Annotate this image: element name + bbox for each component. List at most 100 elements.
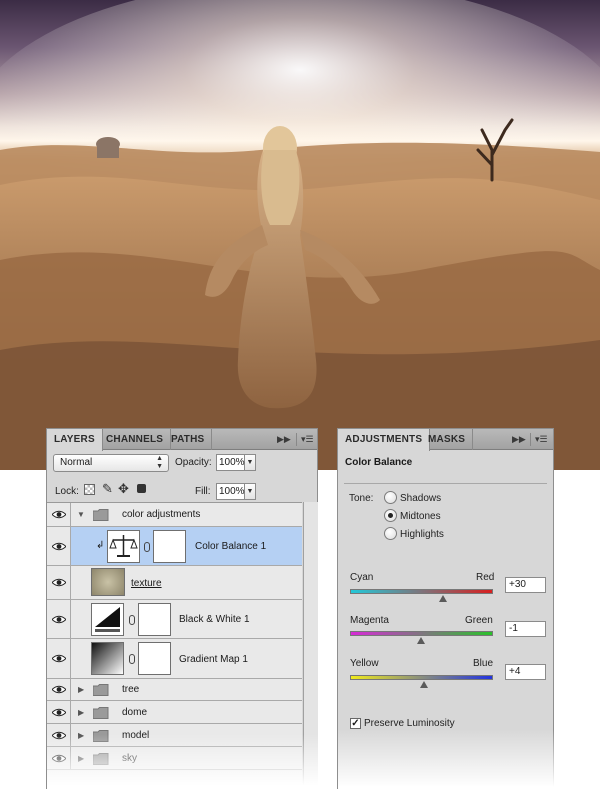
adjustment-title: Color Balance [345,457,413,468]
lock-label: Lock: [55,486,79,497]
visibility-toggle[interactable] [47,701,71,723]
yellow-blue-value-input[interactable]: +4 [505,664,546,680]
layer-row-color-adjustments[interactable]: ▼ color adjustments [47,503,302,527]
opacity-input[interactable]: 100% [216,454,245,471]
layer-name: color adjustments [122,509,201,520]
visibility-toggle[interactable] [47,679,71,700]
radio-highlights[interactable] [384,527,397,540]
radio-midtones-label: Midtones [400,511,441,522]
layer-name: dome [122,707,148,718]
select-arrows-icon: ▲ ▼ [156,455,163,470]
eye-icon [52,754,66,763]
preserve-luminosity-checkbox[interactable]: ✓ [350,718,361,729]
radio-shadows[interactable] [384,491,397,504]
radio-highlights-label: Highlights [400,529,444,540]
gradient-map-adjustment-icon [91,642,124,675]
tab-layers[interactable]: LAYERS [47,429,103,451]
folder-icon [93,509,109,521]
layer-row-gradient-map-1[interactable]: Gradient Map 1 [47,639,302,679]
desert-scene-image [0,0,600,470]
visibility-toggle[interactable] [47,600,71,638]
layers-tab-bar: LAYERS CHANNELS PATHS ▶▶ ▾☰ [47,429,317,451]
tab-divider [296,433,297,446]
magenta-green-slider[interactable] [350,631,493,636]
tab-masks[interactable]: MASKS [421,429,474,450]
layer-mask-thumbnail[interactable] [153,530,186,563]
lock-all-icon[interactable] [137,484,146,493]
layers-panel: LAYERS CHANNELS PATHS ▶▶ ▾☰ Normal ▲ ▼ Op… [46,428,319,789]
adjustments-tab-bar: ADJUSTMENTS MASKS ▶▶ ▾☰ [338,429,553,451]
opacity-label: Opacity: [175,457,212,468]
scene-art [0,0,600,470]
visibility-toggle[interactable] [47,639,71,678]
cyan-red-slider-knob[interactable] [438,595,447,602]
tab-paths[interactable]: PATHS [164,429,213,450]
fill-input[interactable]: 100% [216,483,245,500]
blend-mode-value: Normal [60,457,93,468]
layer-row-model[interactable]: ▶ model [47,724,302,747]
double-arrow-icon[interactable]: ▶▶ [277,433,291,446]
magenta-green-slider-knob[interactable] [416,637,425,644]
fill-label: Fill: [195,486,211,497]
tone-label: Tone: [349,493,374,504]
folder-icon [93,707,109,719]
layer-name: sky [122,753,137,764]
layer-row-texture[interactable]: texture [47,566,302,600]
mask-link-icon[interactable] [129,615,135,625]
visibility-toggle[interactable] [47,747,71,769]
layer-row-dome[interactable]: ▶ dome [47,701,302,724]
eye-icon [52,708,66,717]
opacity-dropdown-arrow-icon[interactable]: ▼ [245,454,256,471]
double-arrow-icon[interactable]: ▶▶ [512,433,526,446]
layer-row-black-white-1[interactable]: Black & White 1 [47,600,302,639]
preserve-luminosity-label: Preserve Luminosity [364,718,455,729]
magenta-green-value-input[interactable]: -1 [505,621,546,637]
tab-divider [530,433,531,446]
cyan-red-slider[interactable] [350,589,493,594]
radio-midtones[interactable] [384,509,397,522]
adjustments-panel: ADJUSTMENTS MASKS ▶▶ ▾☰ Color Balance To… [337,428,555,789]
tab-adjustments[interactable]: ADJUSTMENTS [338,429,431,451]
lock-move-icon[interactable]: ✥ [118,481,129,497]
layer-mask-thumbnail[interactable] [138,642,171,675]
layer-row-color-balance-1[interactable]: ↲ Color Balance 1 [47,527,302,566]
eye-icon [52,615,66,624]
lock-paint-brush-icon[interactable]: ✎ [102,481,113,497]
cyan-red-value-input[interactable]: +30 [505,577,546,593]
radio-shadows-label: Shadows [400,493,442,504]
blend-mode-select[interactable]: Normal ▲ ▼ [53,454,169,472]
eye-icon [52,685,66,694]
layer-list-scrollbar[interactable] [303,502,318,789]
cyan-label: Cyan [350,572,374,583]
eye-icon [52,731,66,740]
folder-icon [93,684,109,696]
mask-link-icon[interactable] [144,542,150,552]
visibility-toggle[interactable] [47,503,71,526]
yellow-blue-slider[interactable] [350,675,493,680]
mask-link-icon[interactable] [129,654,135,664]
yellow-blue-slider-knob[interactable] [420,681,429,688]
folder-icon [93,730,109,742]
layer-row-tree[interactable]: ▶ tree [47,679,302,701]
balance-scale-icon [107,530,140,563]
lock-transparency-icon[interactable] [84,484,95,495]
panel-menu-icon[interactable]: ▾☰ [301,433,314,446]
visibility-toggle[interactable] [47,724,71,746]
layer-row-sky[interactable]: ▶ sky [47,747,302,770]
visibility-toggle[interactable] [47,566,71,599]
group-collapsed-triangle-icon[interactable]: ▶ [78,731,84,740]
group-expanded-triangle-icon[interactable]: ▼ [77,510,85,519]
green-label: Green [465,615,493,626]
group-collapsed-triangle-icon[interactable]: ▶ [78,708,84,717]
panel-fade-overlay [338,729,555,789]
panel-menu-icon[interactable]: ▾☰ [535,433,548,446]
fill-dropdown-arrow-icon[interactable]: ▼ [245,483,256,500]
yellow-label: Yellow [350,658,379,669]
layer-mask-thumbnail[interactable] [138,603,171,636]
group-collapsed-triangle-icon[interactable]: ▶ [78,754,84,763]
group-collapsed-triangle-icon[interactable]: ▶ [78,685,84,694]
layer-name: Black & White 1 [179,614,250,625]
tab-channels[interactable]: CHANNELS [99,429,172,450]
visibility-toggle[interactable] [47,527,71,565]
eye-icon [52,654,66,663]
